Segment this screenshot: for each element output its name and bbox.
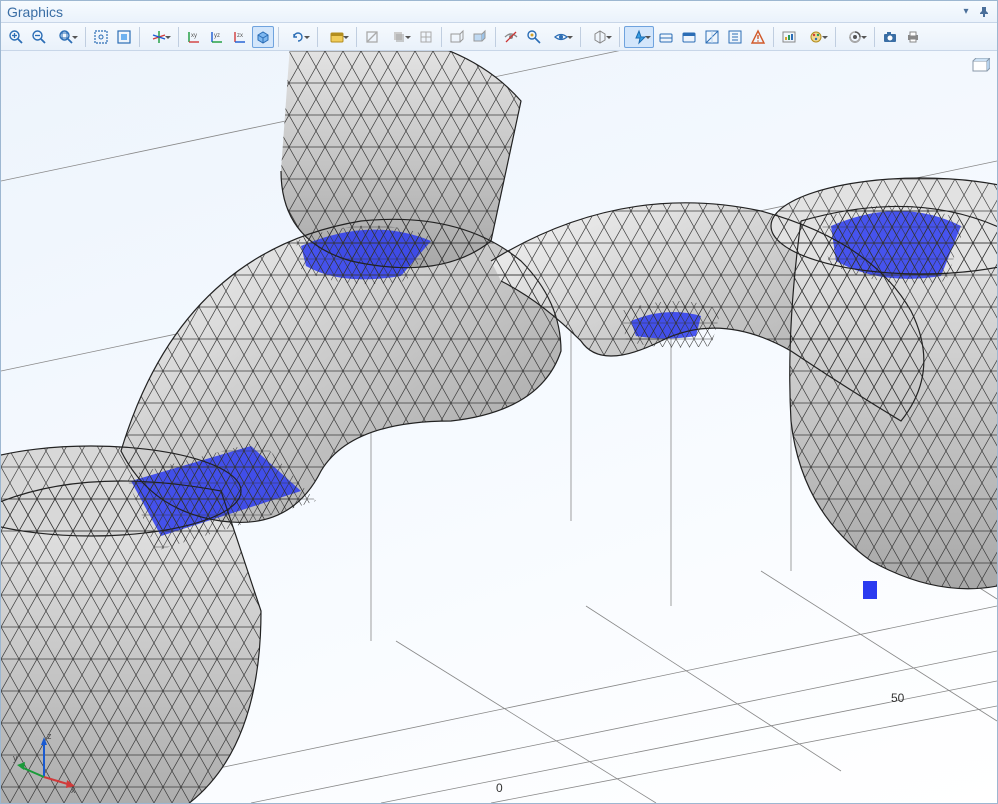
graphics-toolbar: xy yz zx xyxy=(1,23,997,51)
view-zx-button[interactable]: zx xyxy=(229,26,251,48)
svg-text:zx: zx xyxy=(237,33,243,39)
mesh-render-button[interactable] xyxy=(546,26,576,48)
graphics-panel-header: Graphics ▾ xyxy=(1,1,997,23)
preferences-button[interactable] xyxy=(801,26,831,48)
selection-filter-button[interactable] xyxy=(469,26,491,48)
screenshot-button[interactable] xyxy=(879,26,901,48)
transparency-button[interactable] xyxy=(384,26,414,48)
panel-pin-icon[interactable] xyxy=(977,5,991,19)
plot-group-button[interactable] xyxy=(585,26,615,48)
grid-1-button[interactable] xyxy=(655,26,677,48)
wireframe-button[interactable] xyxy=(415,26,437,48)
clipping-button[interactable] xyxy=(361,26,383,48)
zoom-box-button[interactable] xyxy=(51,26,81,48)
zoom-selected-button[interactable] xyxy=(113,26,135,48)
show-hide-button[interactable] xyxy=(500,26,522,48)
scene-light-button[interactable] xyxy=(624,26,654,48)
axis-toggle-button[interactable] xyxy=(701,26,723,48)
grid-2-button[interactable] xyxy=(678,26,700,48)
selection-list-button[interactable] xyxy=(446,26,468,48)
orbit-center-button[interactable] xyxy=(144,26,174,48)
svg-text:yz: yz xyxy=(214,33,220,39)
zoom-extents-button[interactable] xyxy=(90,26,112,48)
legend-toggle-button[interactable] xyxy=(724,26,746,48)
graphics-panel-title: Graphics xyxy=(7,4,955,20)
material-appearance-button[interactable] xyxy=(523,26,545,48)
svg-text:xy: xy xyxy=(191,33,197,39)
default-view-button[interactable] xyxy=(252,26,274,48)
view-xy-button[interactable]: xy xyxy=(183,26,205,48)
zoom-out-button[interactable] xyxy=(28,26,50,48)
image-snapshot-button[interactable] xyxy=(322,26,352,48)
view-yz-button[interactable]: yz xyxy=(206,26,228,48)
visualize-button[interactable] xyxy=(778,26,800,48)
rotate-button[interactable] xyxy=(283,26,313,48)
graphics-viewport[interactable]: 0 50 z x y xyxy=(1,51,997,803)
zoom-in-button[interactable] xyxy=(5,26,27,48)
title-toggle-button[interactable] xyxy=(747,26,769,48)
camera-button[interactable] xyxy=(840,26,870,48)
mesh-geometry xyxy=(1,51,997,803)
panel-dropdown-icon[interactable]: ▾ xyxy=(959,5,973,19)
view-cube-widget[interactable] xyxy=(971,57,991,73)
print-button[interactable] xyxy=(902,26,924,48)
